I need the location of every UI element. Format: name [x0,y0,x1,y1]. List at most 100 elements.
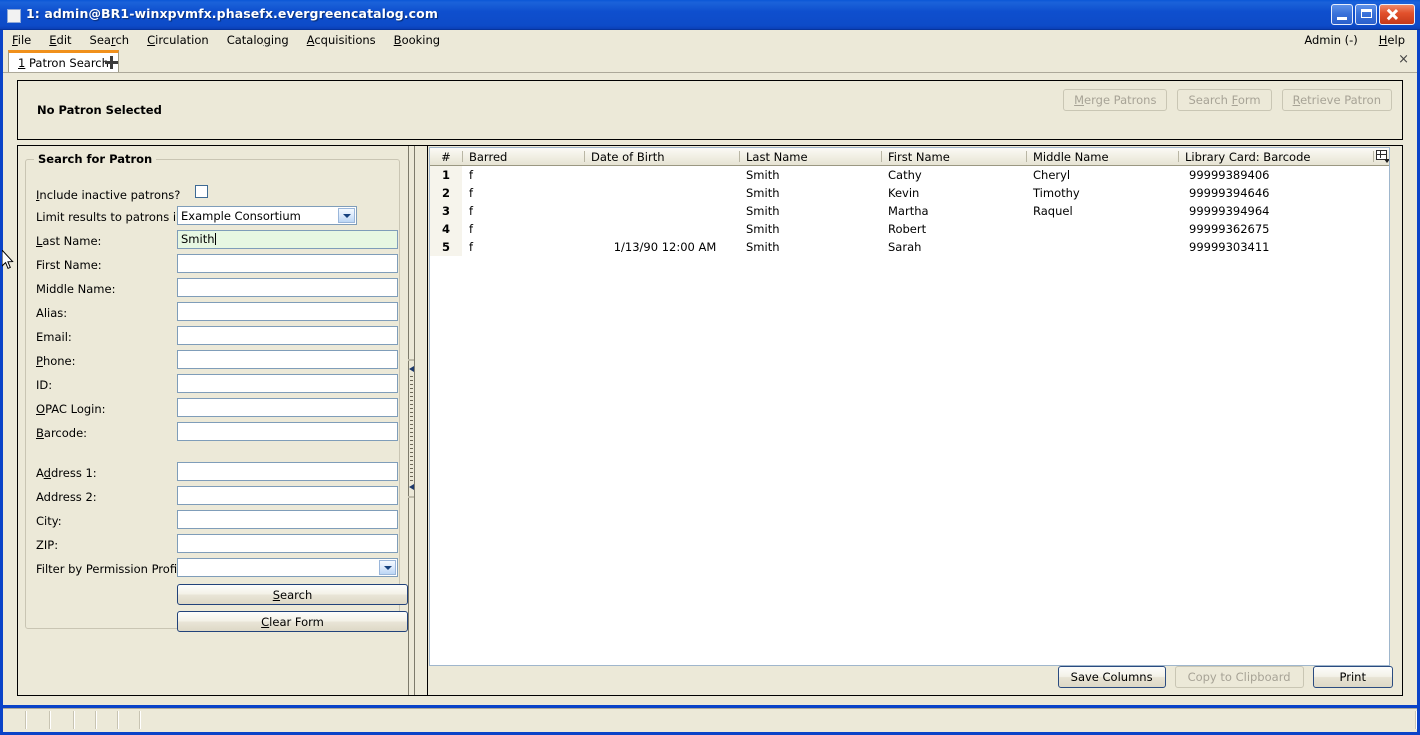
id-input[interactable] [177,374,398,393]
col-header-middle-name[interactable]: Middle Name [1026,148,1178,166]
save-columns-button[interactable]: Save Columns [1057,666,1166,688]
cell-barcode: 99999394646 [1189,186,1270,200]
cell-middle-name: Timothy [1033,186,1080,200]
panel-splitter[interactable] [408,145,427,696]
row-first-name: First Name: [26,254,399,278]
barcode-label: Barcode: [36,426,88,440]
splitter-collapse-right-icon[interactable] [408,484,415,491]
clear-form-button[interactable]: Clear Form [177,611,408,632]
close-button[interactable] [1379,4,1415,25]
menu-help[interactable]: Help [1370,31,1417,49]
zip-input[interactable] [177,534,398,553]
minimize-button[interactable] [1331,4,1353,25]
copy-to-clipboard-button[interactable]: Copy to Clipboard [1174,666,1304,688]
col-header-first-name[interactable]: First Name [881,148,1026,166]
patron-results-table: # Barred Date of Birth Last Name First N… [430,148,1389,256]
text-caret [214,233,216,245]
row-id: ID: [26,374,399,398]
row-address-2: Address 2: [26,486,399,510]
alias-input[interactable] [177,302,398,321]
merge-patrons-button[interactable]: Merge Patrons [1063,89,1168,111]
patron-summary-bar: No Patron Selected Merge Patrons Search … [17,80,1403,140]
table-row[interactable]: 5 f 1/13/90 12:00 AM Smith Sarah 9999930… [430,238,1389,256]
phone-input[interactable] [177,350,398,369]
search-form-button[interactable]: Search Form [1177,89,1272,111]
table-row[interactable]: 1 f Smith Cathy Cheryl 99999389406 [430,165,1389,184]
cell-last-name: Smith [746,204,780,218]
window-controls [1331,4,1415,25]
results-panel: # Barred Date of Birth Last Name First N… [427,145,1403,696]
middle-name-input[interactable] [177,278,398,297]
cell-number: 4 [430,220,462,238]
barcode-input[interactable] [177,422,398,441]
cell-first-name: Sarah [888,240,922,254]
middle-name-label: Middle Name: [36,282,116,296]
cell-middle-name [1026,238,1178,256]
col-header-last-name[interactable]: Last Name [739,148,881,166]
search-button[interactable]: Search [177,584,408,605]
col-header-barred[interactable]: Barred [462,148,584,166]
row-city: City: [26,510,399,534]
menu-edit[interactable]: Edit [40,31,80,49]
close-tab-icon[interactable]: × [1398,53,1409,67]
table-row[interactable]: 4 f Smith Robert 99999362675 [430,220,1389,238]
address-2-input[interactable] [177,486,398,505]
table-row[interactable]: 2 f Smith Kevin Timothy 99999394646 [430,184,1389,202]
chevron-down-icon [379,560,396,575]
menu-cataloging[interactable]: Cataloging [218,31,298,49]
status-segment-main [141,711,1417,729]
menu-booking[interactable]: Booking [385,31,449,49]
cell-last-name: Smith [746,222,780,236]
search-for-patron-fieldset: Search for Patron Include inactive patro… [25,152,408,632]
retrieve-patron-button[interactable]: Retrieve Patron [1281,89,1392,111]
address-1-input[interactable] [177,462,398,481]
splitter-collapse-left-icon[interactable] [408,366,415,373]
splitter-grip[interactable] [409,376,413,481]
search-fieldset-legend: Search for Patron [38,152,153,166]
menu-bar: File Edit Search Circulation Cataloging … [3,30,1417,50]
column-picker-header[interactable] [1373,148,1389,166]
column-picker-icon[interactable] [1376,150,1389,163]
tab-number: 1 [18,55,26,70]
permission-profile-select[interactable] [177,558,398,577]
status-segment [51,711,75,729]
last-name-label: Last Name: [36,234,102,248]
new-tab-icon[interactable] [102,53,120,71]
results-action-buttons: Save Columns Copy to Clipboard Print [1057,666,1393,688]
permission-profile-label: Filter by Permission Profile: [36,562,192,576]
maximize-button[interactable] [1355,4,1377,25]
cell-middle-name [1026,220,1178,238]
title-bar: 1: admin@BR1-winxpvmfx.phasefx.evergreen… [0,0,1420,30]
menu-admin[interactable]: Admin (-) [1295,31,1369,49]
email-label: Email: [36,330,72,344]
col-header-library-card-barcode[interactable]: Library Card: Barcode [1178,148,1373,166]
patron-action-buttons: Merge Patrons Search Form Retrieve Patro… [1063,89,1392,111]
row-limit-results: Limit results to patrons in Example Cons… [26,206,399,230]
menu-file[interactable]: File [3,31,40,49]
table-body: 1 f Smith Cathy Cheryl 99999389406 2 f S… [430,165,1389,256]
col-header-dob[interactable]: Date of Birth [584,148,739,166]
cell-first-name: Cathy [888,168,922,182]
menu-circulation[interactable]: Circulation [138,31,218,49]
cell-barred: f [469,168,474,182]
status-segment [119,711,141,729]
cell-barred: f [469,204,474,218]
menu-acquisitions[interactable]: Acquisitions [298,31,385,49]
include-inactive-checkbox[interactable] [195,185,208,198]
menu-search[interactable]: Search [81,31,139,49]
print-button[interactable]: Print [1312,666,1393,688]
table-row[interactable]: 3 f Smith Martha Raquel 99999394964 [430,202,1389,220]
row-barcode: Barcode: [26,422,399,446]
city-input[interactable] [177,510,398,529]
cell-first-name: Martha [888,204,929,218]
last-name-input[interactable]: Smith [177,230,398,249]
limit-results-select[interactable]: Example Consortium [177,206,357,225]
tab-label: Patron Search [28,55,109,70]
status-segment [97,711,119,729]
menu-file-label: ile [17,33,32,47]
first-name-input[interactable] [177,254,398,273]
opac-login-input[interactable] [177,398,398,417]
email-input[interactable] [177,326,398,345]
col-header-number[interactable]: # [430,148,462,166]
cell-barcode: 99999389406 [1189,168,1270,182]
